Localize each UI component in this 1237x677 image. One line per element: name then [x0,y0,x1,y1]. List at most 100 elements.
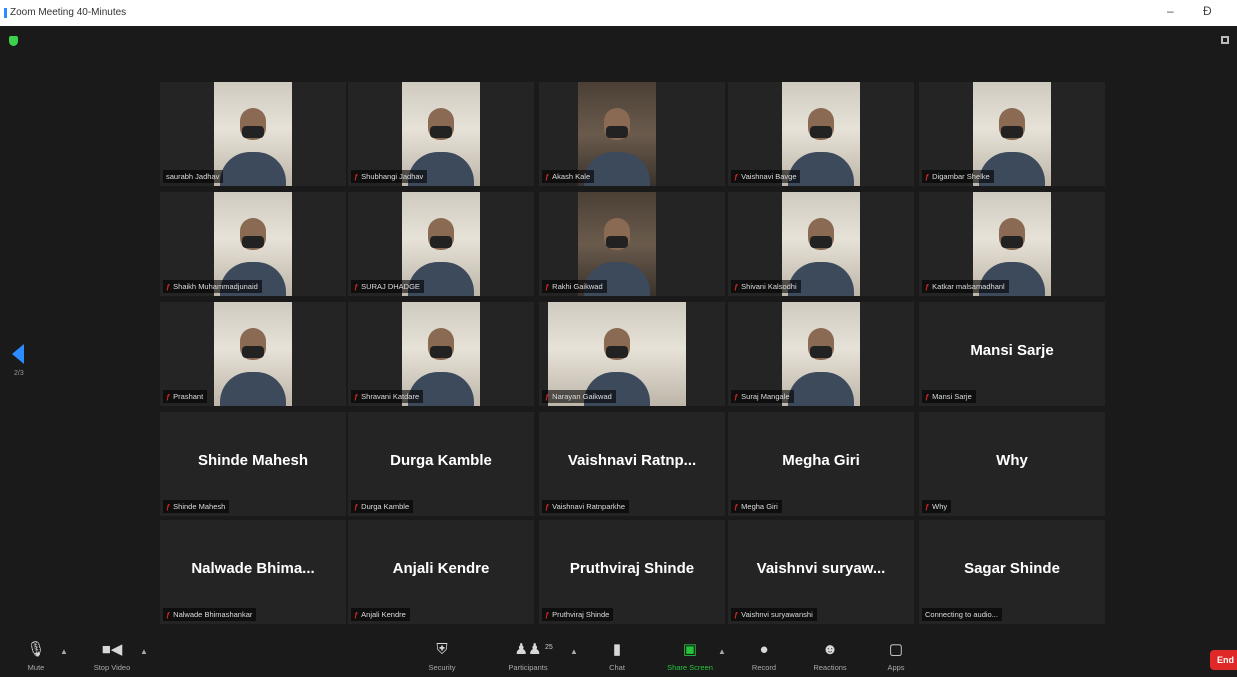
window-titlebar: Zoom Meeting 40-Minutes – Ɖ [0,0,1237,26]
participant-tile[interactable]: Nalwade Bhima... ƒ Nalwade Bhimashankar [160,520,346,624]
chat-button[interactable]: ▮ Chat [589,640,645,672]
security-shield-icon[interactable] [9,36,18,46]
participant-name: Rakhi Gaikwad [552,282,603,291]
participant-tile[interactable]: ƒ Rakhi Gaikwad [539,192,725,296]
participant-name-tag: ƒ Megha Giri [731,500,782,513]
participant-name-tag: ƒ Prashant [163,390,208,403]
participant-tile[interactable]: Shinde Mahesh ƒ Shinde Mahesh [160,412,346,516]
participant-body [220,152,286,186]
restore-button[interactable]: Ɖ [1203,4,1212,18]
participant-name: Shravani Katdare [361,392,420,401]
participant-name-tag: ƒ Digambar Shelke [922,170,994,183]
apps-button[interactable]: ▢ Apps [868,640,924,672]
participant-name: Shubhangi Jadhav [361,172,424,181]
participant-name-tag: ƒ Shubhangi Jadhav [351,170,428,183]
participant-name: saurabh Jadhav [166,172,220,181]
participant-name-tag: ƒ Narayan Gaikwad [542,390,616,403]
participant-name-tag: ƒ Vaishnavi Ratnparkhe [542,500,629,513]
participant-name-tag: ƒ Katkar malsamadhanl [922,280,1009,293]
stop-video-button[interactable]: ■◀ Stop Video [84,640,140,672]
audio-options-caret-icon[interactable]: ▲ [60,647,68,656]
participant-display-name: Nalwade Bhima... [191,560,315,577]
participant-tile[interactable]: ƒ Shivani Kalsodhi [728,192,914,296]
participants-options-caret-icon[interactable]: ▲ [570,647,578,656]
meeting-toolbar: 🎙 Mute ▲ ■◀ Stop Video ▲ ⛨ Security ♟♟ P… [0,636,1237,677]
participant-display-name: Durga Kamble [390,452,492,469]
participants-count-badge: 25 [545,644,553,651]
participant-display-name: Vaishnavi Ratnp... [567,452,697,469]
security-button[interactable]: ⛨ Security [414,640,470,672]
face-mask [810,126,832,138]
participant-name-tag: ƒ Akash Kale [542,170,595,183]
participant-tile[interactable]: ƒ SURAJ DHADGE [348,192,534,296]
participant-name: Akash Kale [552,172,591,181]
muted-mic-icon: ƒ [545,502,550,511]
participant-display-name: Shinde Mahesh [197,452,309,469]
participant-tile[interactable]: ƒ Katkar malsamadhanl [919,192,1105,296]
participant-tile[interactable]: ƒ Suraj Mangale [728,302,914,406]
muted-mic-icon: ƒ [734,502,739,511]
muted-mic-icon: ƒ [545,392,550,401]
previous-page-arrow-icon[interactable] [12,344,24,364]
face-mask [606,346,628,358]
camera-icon: ■◀ [101,641,123,658]
face-mask [810,236,832,248]
end-meeting-button[interactable]: End [1210,650,1237,670]
record-button[interactable]: ● Record [736,640,792,672]
participant-tile[interactable]: ƒ Vaishnavi Bavge [728,82,914,186]
participant-tile[interactable]: Why ƒ Why [919,412,1105,516]
participant-name: Vaishnavi Ratnparkhe [552,502,625,511]
participant-name-tag: ƒ Durga Kamble [351,500,414,513]
participant-name-tag: ƒ Shaikh Muhammadjunaid [163,280,262,293]
participant-tile[interactable]: Sagar Shinde Connecting to audio... [919,520,1105,624]
participant-tile[interactable]: ƒ Shaikh Muhammadjunaid [160,192,346,296]
participant-tile[interactable]: ƒ Digambar Shelke [919,82,1105,186]
participant-tile[interactable]: ƒ Akash Kale [539,82,725,186]
participant-tile[interactable]: Pruthviraj Shinde ƒ Pruthviraj Shinde [539,520,725,624]
participant-name-tag: ƒ Vaishnvi suryawanshi [731,608,817,621]
participant-tile[interactable]: Vaishnavi Ratnp... ƒ Vaishnavi Ratnparkhe [539,412,725,516]
smiley-icon: ☻ [822,641,838,658]
participant-display-name: Vaishnvi suryaw... [756,560,886,577]
participant-tile[interactable]: Vaishnvi suryaw... ƒ Vaishnvi suryawanshi [728,520,914,624]
muted-mic-icon: ƒ [925,502,930,511]
participant-tile[interactable]: Mansi Sarje ƒ Mansi Sarje [919,302,1105,406]
participant-name-tag: saurabh Jadhav [163,170,224,183]
participant-tile[interactable]: saurabh Jadhav [160,82,346,186]
share-options-caret-icon[interactable]: ▲ [718,647,726,656]
muted-mic-icon: ƒ [734,610,739,619]
muted-mic-icon: ƒ [354,502,359,511]
participant-name-tag: ƒ Pruthviraj Shinde [542,608,614,621]
participant-name: Anjali Kendre [361,610,406,619]
video-options-caret-icon[interactable]: ▲ [140,647,148,656]
muted-mic-icon: ƒ [545,610,550,619]
participant-tile[interactable]: Durga Kamble ƒ Durga Kamble [348,412,534,516]
muted-mic-icon: ƒ [354,282,359,291]
participant-name-tag: ƒ SURAJ DHADGE [351,280,424,293]
participant-tile[interactable]: ƒ Shravani Katdare [348,302,534,406]
muted-mic-icon: ƒ [354,392,359,401]
reactions-button[interactable]: ☻ Reactions [802,640,858,672]
participant-tile[interactable]: Anjali Kendre ƒ Anjali Kendre [348,520,534,624]
share-screen-icon: ▣ [682,641,698,658]
muted-mic-icon: ƒ [166,610,171,619]
minimize-button[interactable]: – [1167,4,1174,18]
window-title: Zoom Meeting 40-Minutes [10,7,127,18]
participant-name: SURAJ DHADGE [361,282,420,291]
participant-tile[interactable]: ƒ Narayan Gaikwad [539,302,725,406]
participant-name: Connecting to audio... [925,610,998,619]
participant-name-tag: ƒ Mansi Sarje [922,390,976,403]
participant-tile[interactable]: ƒ Shubhangi Jadhav [348,82,534,186]
share-screen-button[interactable]: ▣ Share Screen [662,640,718,672]
participant-tile[interactable]: ƒ Prashant [160,302,346,406]
mute-button[interactable]: 🎙 Mute [8,640,64,672]
participant-name: Shinde Mahesh [173,502,226,511]
participant-tile[interactable]: Megha Giri ƒ Megha Giri [728,412,914,516]
view-mode-icon[interactable] [1221,36,1229,44]
face-mask [242,236,264,248]
face-mask [430,236,452,248]
participant-name-tag: ƒ Suraj Mangale [731,390,794,403]
shield-icon: ⛨ [436,641,448,658]
face-mask [430,346,452,358]
participant-name-tag: Connecting to audio... [922,608,1002,621]
